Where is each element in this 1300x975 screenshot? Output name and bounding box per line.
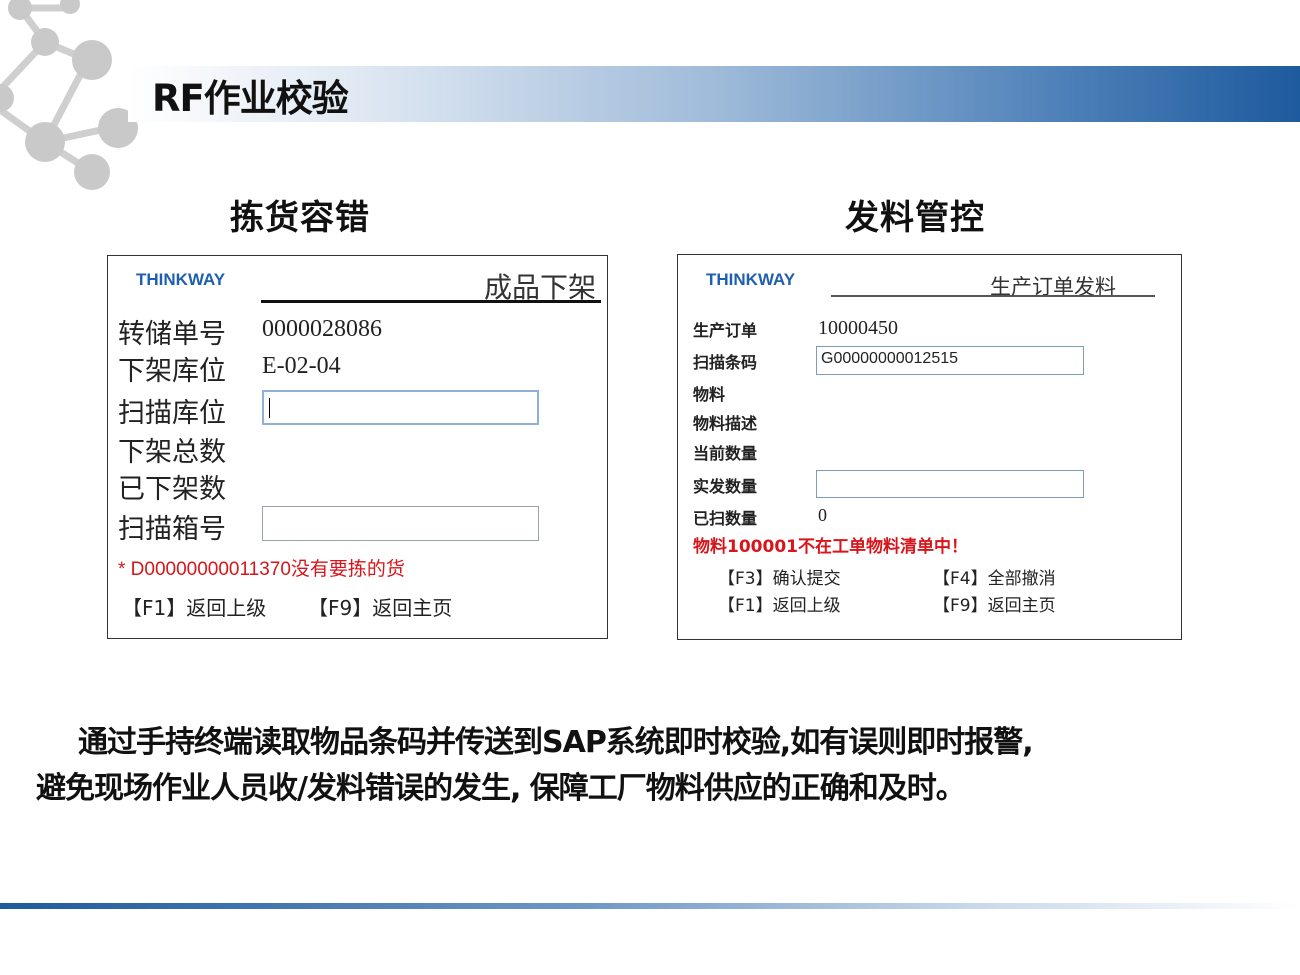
right-error-message: 物料100001不在工单物料清单中！: [693, 537, 968, 557]
f1-back-button[interactable]: 【F1】返回上级: [122, 592, 266, 621]
right-brand-logo: THINKWAY: [706, 270, 796, 289]
right-label-current-qty: 当前数量: [693, 444, 758, 463]
right-label-scanned-qty: 已扫数量: [693, 509, 758, 528]
f9-home-button[interactable]: 【F9】返回主页: [933, 591, 1056, 616]
right-value-production-order: 10000450: [818, 317, 898, 339]
right-section-heading: 发料管控: [845, 198, 985, 238]
left-label-scan-bin: 扫描库位: [118, 398, 226, 429]
footer-divider: [0, 903, 1300, 909]
scan-bin-input[interactable]: [262, 390, 539, 425]
left-section-heading: 拣货容错: [230, 198, 370, 238]
left-label-pick-bin: 下架库位: [118, 356, 226, 387]
left-title-underline: [261, 300, 601, 303]
scan-barcode-value: G00000000012515: [821, 350, 959, 367]
right-rf-screen: THINKWAY 生产订单发料 生产订单 10000450 扫描条码 G0000…: [677, 254, 1182, 640]
right-label-production-order: 生产订单: [693, 321, 758, 340]
right-label-material-desc: 物料描述: [693, 414, 758, 433]
f9-home-button[interactable]: 【F9】返回主页: [308, 592, 452, 621]
issue-qty-input[interactable]: [816, 470, 1084, 498]
right-label-material: 物料: [693, 385, 726, 404]
scan-barcode-input[interactable]: G00000000012515: [816, 346, 1084, 375]
left-label-total-qty: 下架总数: [118, 437, 226, 468]
scan-box-input[interactable]: [262, 506, 539, 541]
left-label-scan-box: 扫描箱号: [118, 514, 226, 545]
f3-confirm-button[interactable]: 【F3】确认提交: [718, 564, 841, 589]
left-rf-screen: THINKWAY 成品下架 转储单号 0000028086 下架库位 E-02-…: [107, 255, 608, 639]
left-error-message: * D00000000011370没有要拣的货: [118, 559, 405, 580]
f4-cancel-all-button[interactable]: 【F4】全部撤消: [933, 564, 1056, 589]
description-paragraph: 通过手持终端读取物品条码并传送到SAP系统即时校验,如有误则即时报警, 避免现场…: [36, 720, 1286, 812]
right-label-scan-barcode: 扫描条码: [693, 353, 758, 372]
right-title-underline: [831, 295, 1155, 297]
left-brand-logo: THINKWAY: [136, 270, 226, 289]
left-label-transfer-order: 转储单号: [118, 319, 226, 350]
description-line-2: 避免现场作业人员收/发料错误的发生, 保障工厂物料供应的正确和及时。: [36, 771, 966, 806]
left-label-picked-qty: 已下架数: [118, 474, 226, 505]
slide-title: RF作业校验: [152, 77, 349, 120]
text-caret: [269, 398, 270, 418]
f1-back-button[interactable]: 【F1】返回上级: [718, 591, 841, 616]
left-value-transfer-order: 0000028086: [262, 316, 382, 342]
right-value-scanned-qty: 0: [818, 505, 827, 525]
left-value-pick-bin: E-02-04: [262, 353, 341, 379]
right-label-issue-qty: 实发数量: [693, 477, 758, 496]
description-line-1: 通过手持终端读取物品条码并传送到SAP系统即时校验,如有误则即时报警,: [78, 725, 1034, 760]
